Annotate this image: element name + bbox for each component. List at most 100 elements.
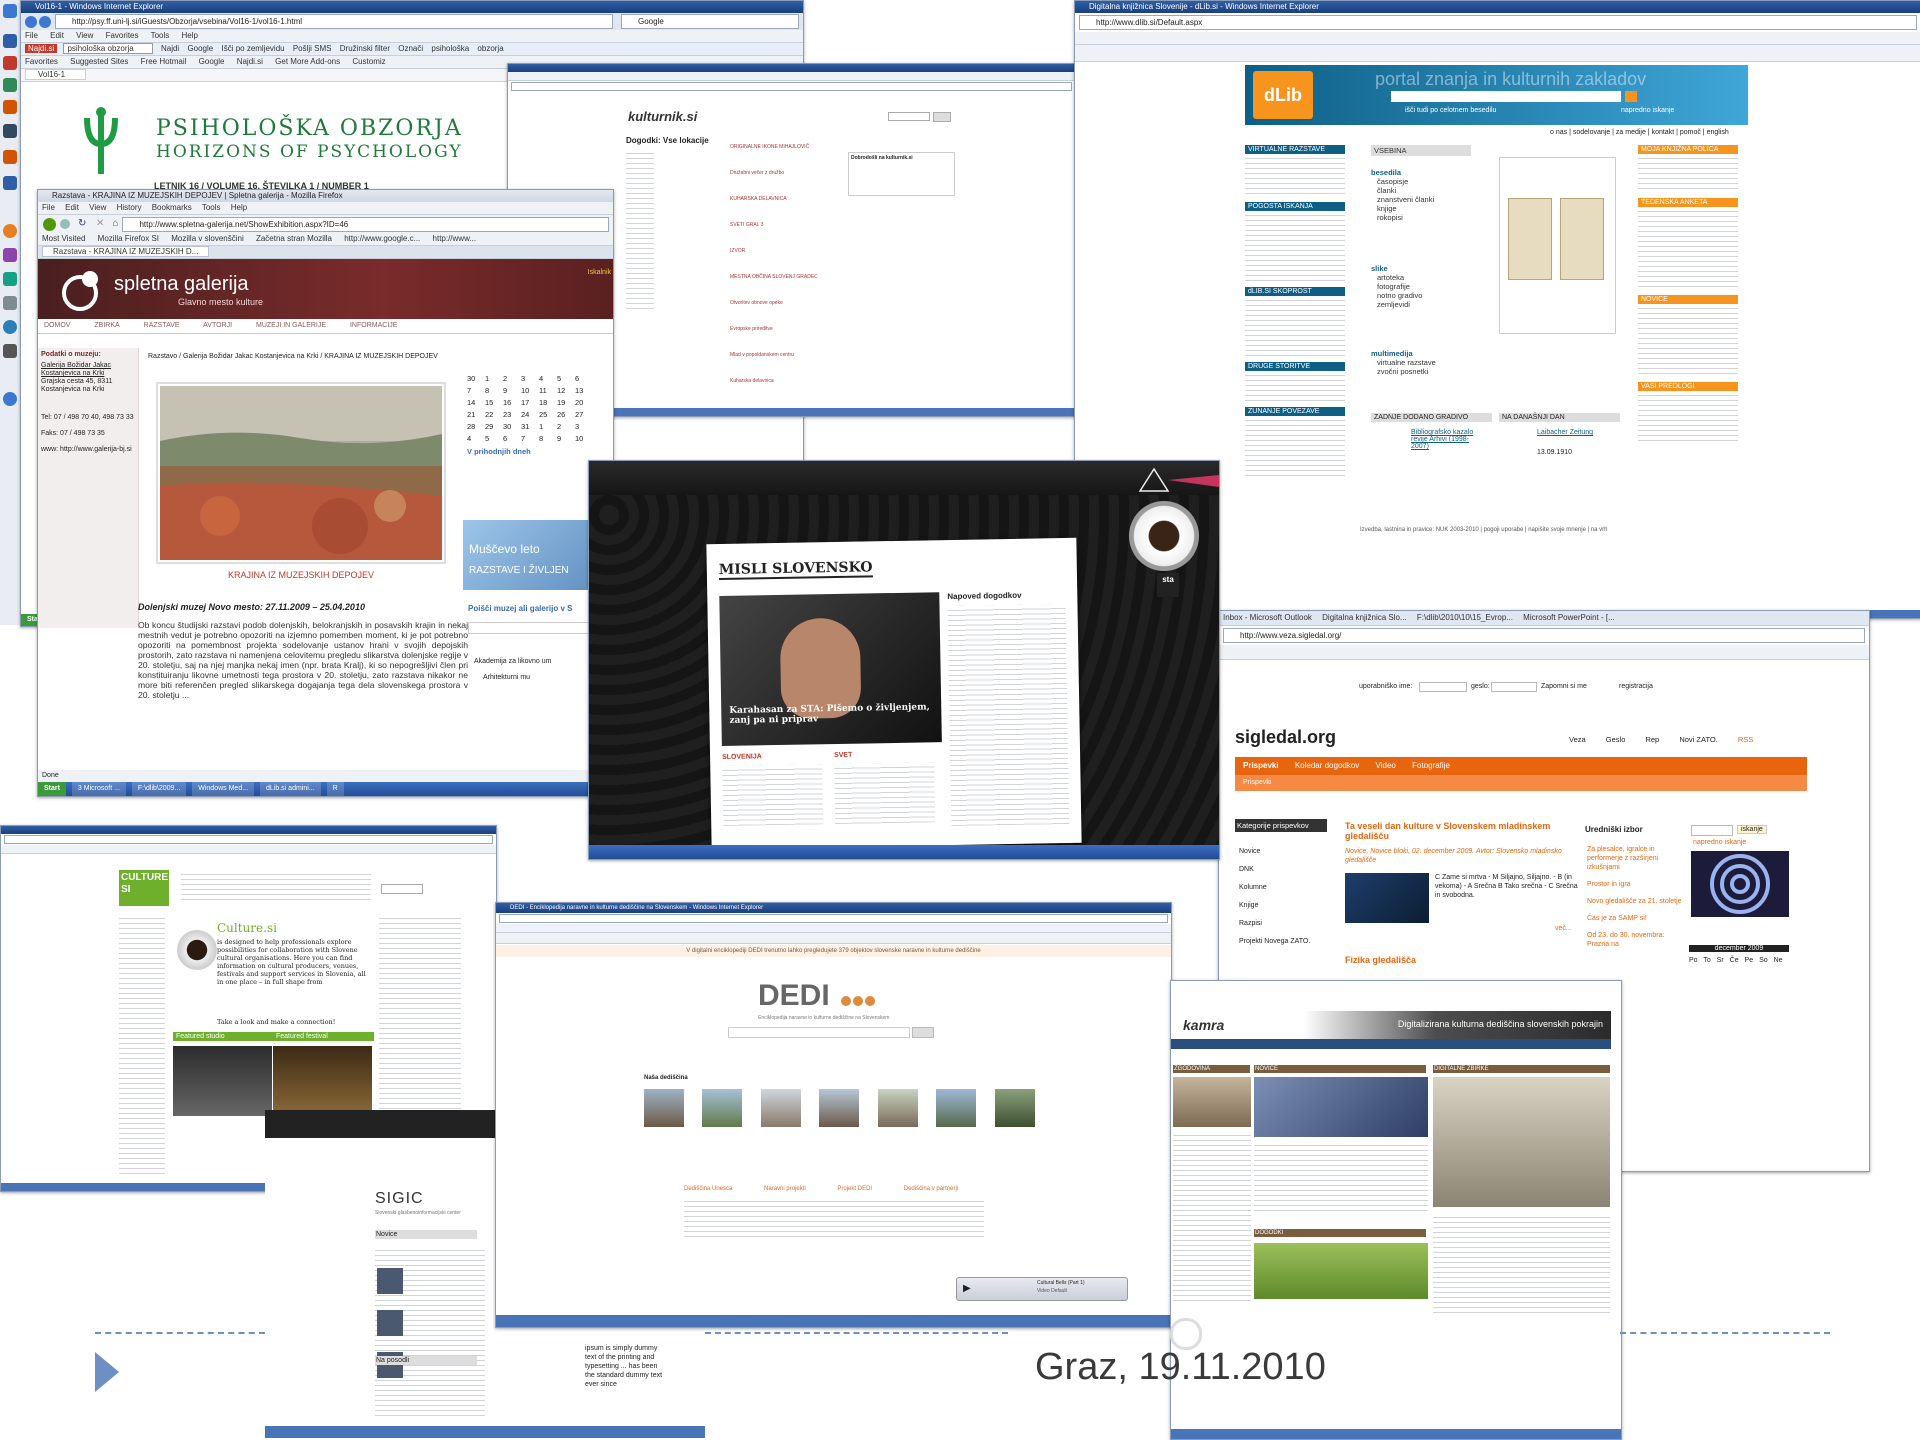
site-logo[interactable]: sigledal.org: [1235, 727, 1336, 748]
taskbar-item[interactable]: R: [326, 782, 344, 796]
editor-item[interactable]: Od 23. do 30. novembra: Prazna na: [1587, 931, 1683, 949]
toolbar-map[interactable]: Išči po zemljevidu: [221, 44, 284, 53]
menu-tools[interactable]: Tools: [151, 31, 170, 40]
history-image[interactable]: [1173, 1077, 1251, 1127]
heritage-thumb[interactable]: [760, 1089, 801, 1127]
category-item[interactable]: Projekti Novega ZATO.: [1239, 933, 1310, 951]
desktop-icon[interactable]: [3, 124, 17, 138]
kulturnik-logo[interactable]: kulturnik.si: [628, 109, 697, 124]
nav-calendar[interactable]: Koledar dogodkov: [1295, 761, 1360, 770]
stop-icon[interactable]: ✕: [96, 219, 104, 229]
bookmark[interactable]: Most Visited: [42, 234, 85, 243]
fav-link[interactable]: Google: [199, 57, 225, 66]
event-title[interactable]: KUHARSKA DELAVNICA: [730, 196, 870, 202]
desktop-icon[interactable]: [3, 100, 17, 114]
calendar-grid[interactable]: 30 1 2 3 4 5 6 7 8 9 10 11 12 13 14 15 16 17 18 19 20 21 22…: [463, 370, 613, 447]
menu-favorites[interactable]: Favorites: [106, 31, 139, 40]
editor-item[interactable]: Prostor in igra: [1587, 880, 1683, 889]
desktop-icon[interactable]: [3, 78, 17, 92]
advanced-search-link[interactable]: napredno iskanje: [1693, 839, 1746, 846]
link-column-head[interactable]: Projekt DEDI: [837, 1186, 872, 1192]
toolbar-filter[interactable]: Družinski filter: [340, 44, 390, 53]
museum-web[interactable]: www: http://www.galerija-bj.si: [38, 438, 138, 454]
menu-view[interactable]: View: [76, 31, 93, 40]
taskbar-item[interactable]: 3 Microsoft ...: [71, 782, 126, 796]
fav-link[interactable]: Najdi.si: [237, 57, 263, 66]
editor-item[interactable]: Čas je za SAMP si!: [1587, 914, 1683, 923]
museum-name[interactable]: Galerija Božidar Jakac: [38, 362, 138, 370]
toolbar-search[interactable]: Najdi: [161, 44, 179, 53]
category-link[interactable]: virtualne razstave: [1371, 358, 1471, 367]
nav-info[interactable]: INFORMACIJE: [350, 322, 397, 329]
toolbar-sms[interactable]: Pošlji SMS: [293, 44, 332, 53]
remember-checkbox[interactable]: Zapomni si me: [1541, 683, 1587, 690]
sigic-thumb[interactable]: [377, 1310, 403, 1336]
section-world[interactable]: SVET: [834, 752, 852, 759]
category-link[interactable]: multimedija: [1371, 349, 1471, 358]
category-link[interactable]: knjige: [1371, 204, 1471, 213]
desktop-icon[interactable]: [3, 272, 17, 286]
featured-festival-label[interactable]: Featured festival: [273, 1032, 374, 1041]
category-link[interactable]: zvočni posnetki: [1371, 367, 1471, 376]
toolbar-query[interactable]: psihološka obzorja: [63, 43, 153, 54]
taskbar-item[interactable]: Digitalna knjižnica Slo...: [1322, 613, 1406, 622]
search-input[interactable]: [888, 112, 930, 121]
category-link[interactable]: zemljevidi: [1371, 300, 1471, 309]
article-thumbnail[interactable]: [1345, 873, 1429, 923]
top-nav-item[interactable]: Rep: [1645, 735, 1659, 744]
address-bar[interactable]: [499, 914, 1168, 923]
rss-link[interactable]: RSS: [1738, 735, 1753, 744]
home-icon[interactable]: ⌂: [112, 219, 118, 229]
landscape-painting[interactable]: [160, 386, 442, 560]
heritage-thumb[interactable]: [994, 1089, 1035, 1127]
login-link[interactable]: Iskalnik: [588, 269, 611, 276]
search-button[interactable]: [933, 112, 951, 122]
editor-item[interactable]: Novo gledališče za 21. stoletje: [1587, 897, 1683, 906]
fav-link[interactable]: Free Hotmail: [141, 57, 187, 66]
event-title[interactable]: IZVOR: [730, 248, 870, 254]
favorites-button[interactable]: Favorites: [25, 57, 58, 66]
username-input[interactable]: [1419, 682, 1467, 692]
toolbar-term1[interactable]: psihološka: [431, 44, 469, 53]
category-item[interactable]: Razpisi: [1239, 915, 1310, 933]
fav-link[interactable]: Customiz: [352, 57, 385, 66]
heritage-thumb[interactable]: [819, 1089, 860, 1127]
bookmark[interactable]: http://www.google.c...: [344, 234, 420, 243]
desktop-icon[interactable]: [3, 224, 17, 238]
second-title[interactable]: Fizika gledališča: [1345, 955, 1416, 965]
address-bar[interactable]: http://www.dlib.si/Default.aspx: [1079, 15, 1917, 30]
menu-file[interactable]: File: [25, 31, 38, 40]
sub-nav[interactable]: Prispevki: [1235, 775, 1807, 791]
category-link[interactable]: fotografije: [1371, 282, 1471, 291]
category-item[interactable]: Novice: [1239, 843, 1310, 861]
nav-video[interactable]: Video: [1376, 761, 1396, 770]
desktop-icon[interactable]: [3, 56, 17, 70]
collection-image[interactable]: [1433, 1077, 1610, 1207]
dlib-logo[interactable]: dLib: [1253, 71, 1313, 119]
heritage-thumb[interactable]: [644, 1089, 684, 1127]
category-link[interactable]: rokopisi: [1371, 213, 1471, 222]
search-button[interactable]: iskanje: [1737, 825, 1767, 834]
dlib-search-input[interactable]: [1391, 91, 1621, 102]
bookmark[interactable]: Mozilla v slovenščini: [171, 234, 243, 243]
search-input[interactable]: Google: [621, 14, 799, 29]
toolbar-term2[interactable]: obzorja: [477, 44, 503, 53]
taskbar-item[interactable]: F:\dlib\2010\10\15_Evrop...: [1417, 613, 1513, 622]
back-button[interactable]: [25, 15, 37, 28]
heritage-thumb[interactable]: [702, 1089, 743, 1127]
museum-place[interactable]: Kostanjevica na Krki: [38, 370, 138, 378]
category-item[interactable]: Knjige: [1239, 897, 1310, 915]
top-links[interactable]: o nas | sodelovanje | za medije | kontak…: [1550, 129, 1729, 136]
bookmark[interactable]: http://www...: [433, 234, 477, 243]
category-link[interactable]: članki: [1371, 186, 1471, 195]
event-title[interactable]: Otvoritev obnove opeke: [730, 300, 870, 306]
back-button[interactable]: [43, 217, 56, 231]
nav-authors[interactable]: AVTORJI: [203, 322, 232, 329]
advanced-search-link[interactable]: napredno iskanje: [1621, 107, 1674, 114]
toolbar-mark[interactable]: Označi: [398, 44, 423, 53]
menu-edit[interactable]: Edit: [50, 31, 64, 40]
event-title[interactable]: Kuharska delavnica: [730, 378, 870, 384]
category-link[interactable]: besedila: [1371, 168, 1471, 177]
dedi-search-button[interactable]: [912, 1027, 934, 1038]
category-link[interactable]: slike: [1371, 264, 1471, 273]
